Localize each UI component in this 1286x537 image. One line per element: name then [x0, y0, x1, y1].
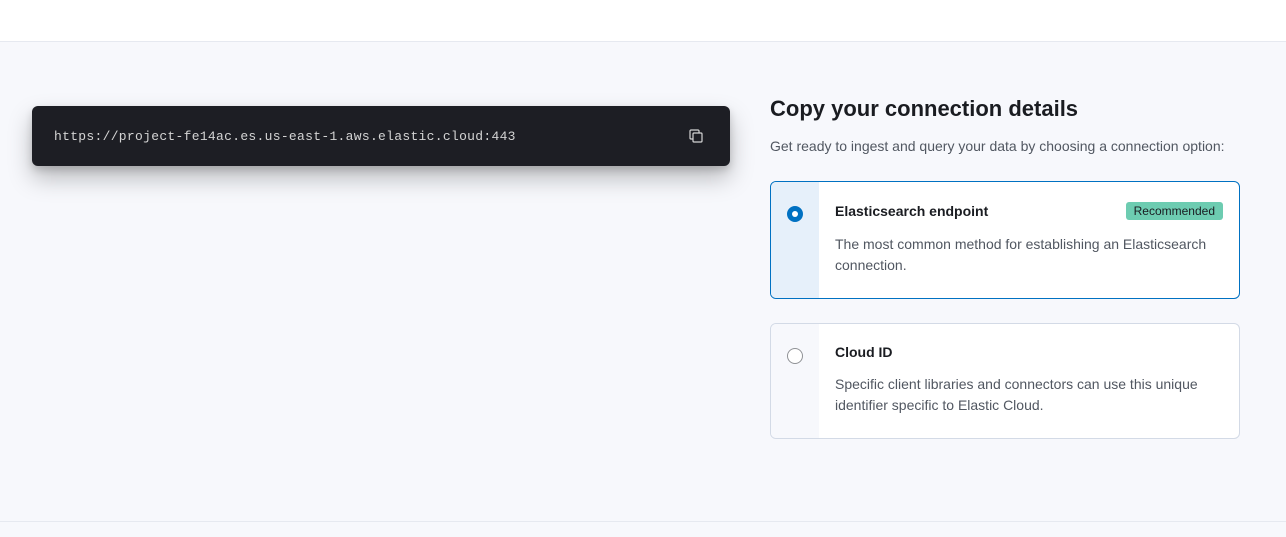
copy-icon	[688, 128, 704, 144]
option-cloud-id[interactable]: Cloud ID Specific client libraries and c…	[770, 323, 1240, 439]
copy-button[interactable]	[684, 124, 708, 148]
main-content: https://project-fe14ac.es.us-east-1.aws.…	[0, 42, 1286, 522]
endpoint-code-block: https://project-fe14ac.es.us-east-1.aws.…	[32, 106, 730, 166]
option-radio-column	[771, 182, 819, 298]
right-column: Copy your connection details Get ready t…	[770, 66, 1240, 497]
option-description: Specific client libraries and connectors…	[835, 374, 1223, 416]
radio-dot	[792, 211, 798, 217]
option-content: Cloud ID Specific client libraries and c…	[819, 324, 1239, 438]
recommended-badge: Recommended	[1126, 202, 1223, 220]
option-title: Cloud ID	[835, 344, 893, 360]
section-title: Copy your connection details	[770, 96, 1240, 122]
option-title: Elasticsearch endpoint	[835, 203, 988, 219]
section-description: Get ready to ingest and query your data …	[770, 136, 1240, 157]
option-radio-column	[771, 324, 819, 438]
option-content: Elasticsearch endpoint Recommended The m…	[819, 182, 1239, 298]
option-elasticsearch-endpoint[interactable]: Elasticsearch endpoint Recommended The m…	[770, 181, 1240, 299]
left-column: https://project-fe14ac.es.us-east-1.aws.…	[32, 66, 730, 497]
radio-circle	[787, 348, 803, 364]
header-bar	[0, 0, 1286, 42]
radio-circle	[787, 206, 803, 222]
option-description: The most common method for establishing …	[835, 234, 1223, 276]
option-header-row: Elasticsearch endpoint Recommended	[835, 202, 1223, 220]
option-header-row: Cloud ID	[835, 344, 1223, 360]
endpoint-text: https://project-fe14ac.es.us-east-1.aws.…	[54, 129, 516, 144]
